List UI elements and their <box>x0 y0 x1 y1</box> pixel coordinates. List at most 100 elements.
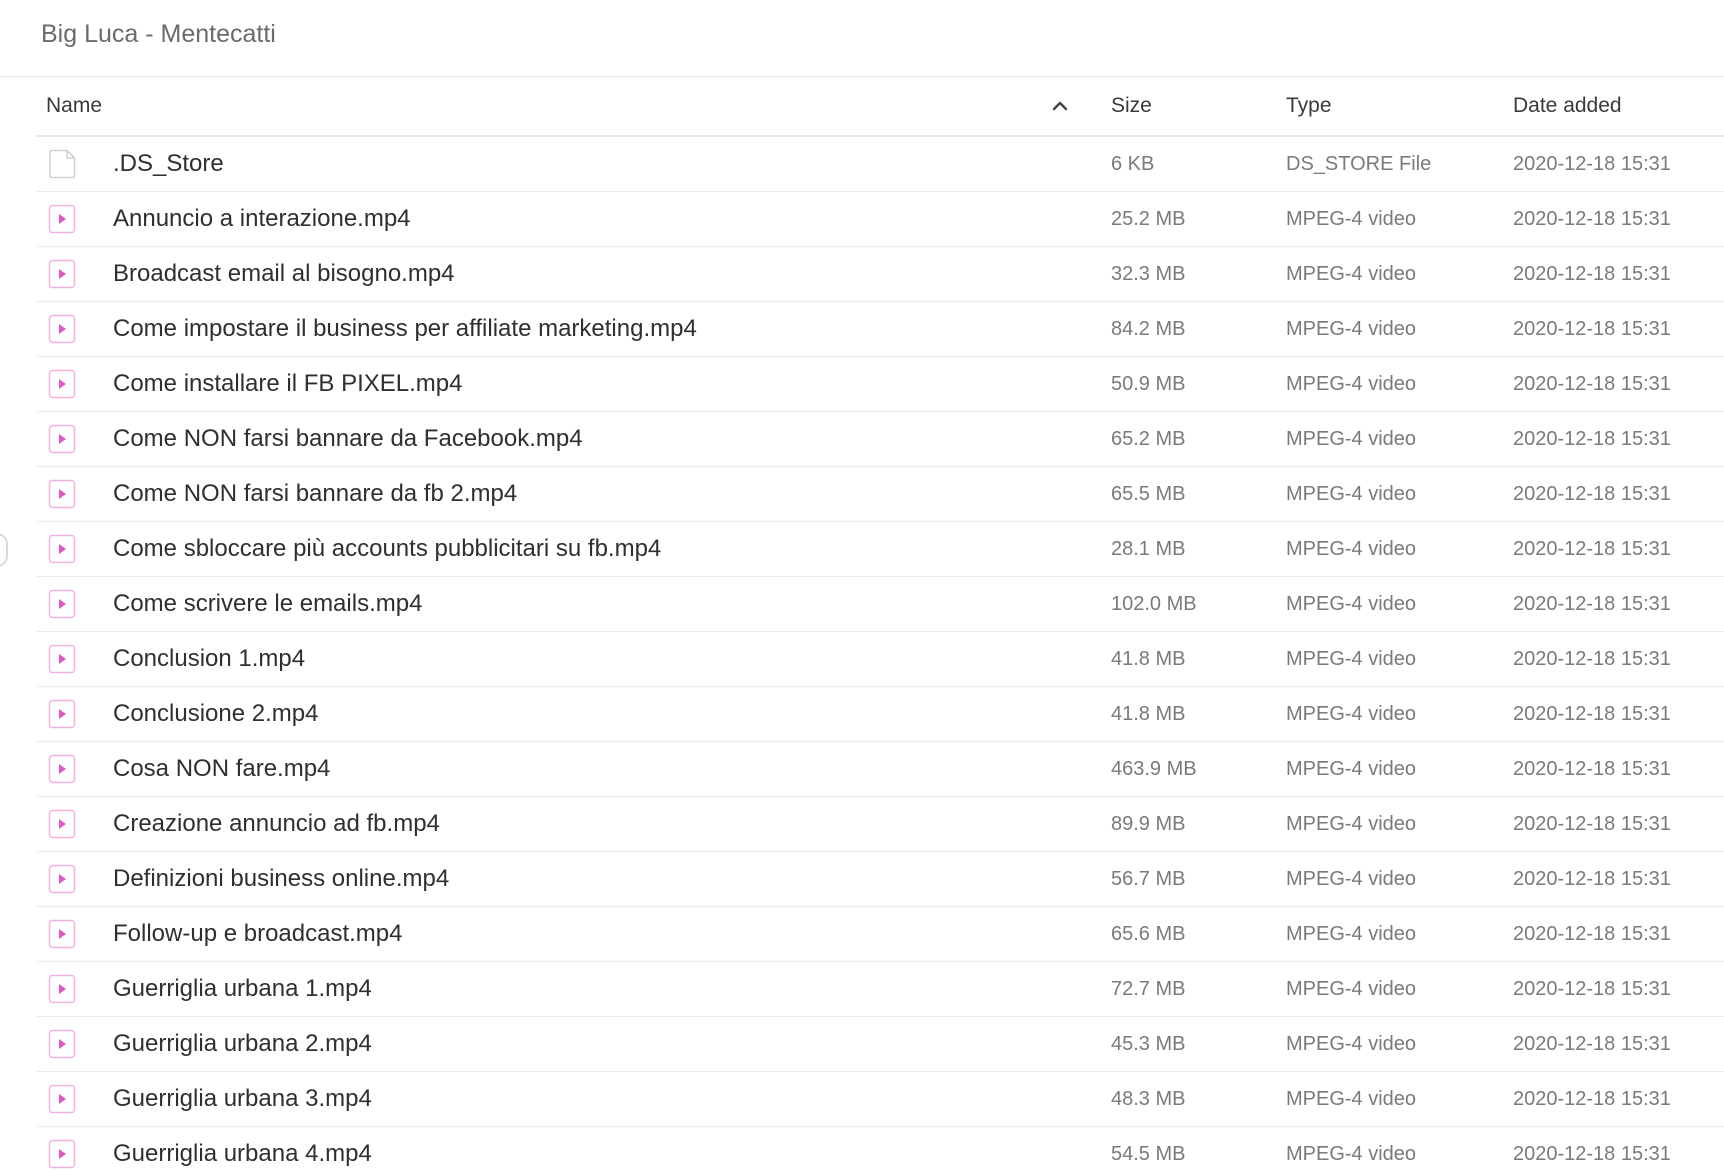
file-name: Come sbloccare più accounts pubblicitari… <box>113 535 662 562</box>
table-row[interactable]: Come installare il FB PIXEL.mp4 50.9 MB MP… <box>36 357 1724 412</box>
video-file-icon <box>48 1084 76 1114</box>
table-row[interactable]: Come sbloccare più accounts pubblicitari… <box>36 522 1724 577</box>
video-file-icon <box>48 864 76 894</box>
file-name: .DS_Store <box>113 150 224 177</box>
file-size: 102.0 MB <box>1111 593 1197 615</box>
file-type: MPEG-4 video <box>1286 373 1417 395</box>
breadcrumb[interactable]: Big Luca - Mentecatti <box>41 16 276 52</box>
video-file-icon <box>48 974 76 1004</box>
file-size: 50.9 MB <box>1111 373 1186 395</box>
table-row[interactable]: .DS_Store 6 KB DS_STORE File 2020-12-18 15:… <box>36 137 1724 192</box>
file-browser: Big Luca - Mentecatti Name Size Type Dat… <box>0 0 1724 1171</box>
file-date-added: 2020-12-18 15:31 <box>1513 1143 1671 1165</box>
file-type: MPEG-4 video <box>1286 428 1417 450</box>
file-type: MPEG-4 video <box>1286 1143 1417 1165</box>
file-date-added: 2020-12-18 15:31 <box>1513 208 1671 230</box>
table-row[interactable]: Guerriglia urbana 2.mp4 45.3 MB MPEG-4 vid… <box>36 1017 1724 1072</box>
file-name: Follow-up e broadcast.mp4 <box>113 920 403 947</box>
file-name: Come impostare il business per affiliate… <box>113 315 697 342</box>
file-size: 463.9 MB <box>1111 758 1197 780</box>
file-date-added: 2020-12-18 15:31 <box>1513 758 1671 780</box>
table-row[interactable]: Guerriglia urbana 1.mp4 72.7 MB MPEG-4 vid… <box>36 962 1724 1017</box>
file-size: 25.2 MB <box>1111 208 1186 230</box>
generic-file-icon <box>49 149 76 179</box>
file-date-added: 2020-12-18 15:31 <box>1513 318 1671 340</box>
video-file-icon <box>48 919 76 949</box>
file-name: Guerriglia urbana 4.mp4 <box>113 1140 372 1167</box>
chevron-up-icon[interactable] <box>1051 97 1069 115</box>
file-size: 48.3 MB <box>1111 1088 1186 1110</box>
file-type: MPEG-4 video <box>1286 758 1417 780</box>
table-row[interactable]: Conclusione 2.mp4 41.8 MB MPEG-4 video 2020… <box>36 687 1724 742</box>
file-size: 54.5 MB <box>1111 1143 1186 1165</box>
file-type: DS_STORE File <box>1286 153 1432 175</box>
file-size: 72.7 MB <box>1111 978 1186 1000</box>
file-date-added: 2020-12-18 15:31 <box>1513 1088 1671 1110</box>
file-type: MPEG-4 video <box>1286 538 1417 560</box>
video-file-icon <box>48 699 76 729</box>
video-file-icon <box>48 589 76 619</box>
column-header-size[interactable]: Size <box>1111 77 1152 135</box>
file-name: Conclusion 1.mp4 <box>113 645 306 672</box>
file-size: 84.2 MB <box>1111 318 1186 340</box>
file-date-added: 2020-12-18 15:31 <box>1513 593 1671 615</box>
file-name: Come installare il FB PIXEL.mp4 <box>113 370 463 397</box>
table-row[interactable]: Come scrivere le emails.mp4 102.0 MB MPEG-… <box>36 577 1724 632</box>
file-type: MPEG-4 video <box>1286 483 1417 505</box>
file-size: 32.3 MB <box>1111 263 1186 285</box>
table-header: Name Size Type Date added <box>36 77 1724 137</box>
file-name: Guerriglia urbana 2.mp4 <box>113 1030 372 1057</box>
file-size: 45.3 MB <box>1111 1033 1186 1055</box>
file-type: MPEG-4 video <box>1286 703 1417 725</box>
file-name: Definizioni business online.mp4 <box>113 865 450 892</box>
file-type: MPEG-4 video <box>1286 813 1417 835</box>
file-type: MPEG-4 video <box>1286 868 1417 890</box>
column-header-name[interactable]: Name <box>46 77 102 135</box>
video-file-icon <box>48 259 76 289</box>
video-file-icon <box>48 534 76 564</box>
file-size: 41.8 MB <box>1111 648 1186 670</box>
file-date-added: 2020-12-18 15:31 <box>1513 1033 1671 1055</box>
file-name: Guerriglia urbana 1.mp4 <box>113 975 372 1002</box>
table-row[interactable]: Broadcast email al bisogno.mp4 32.3 MB MPE… <box>36 247 1724 302</box>
file-type: MPEG-4 video <box>1286 648 1417 670</box>
file-size: 6 KB <box>1111 153 1155 175</box>
table-row[interactable]: Follow-up e broadcast.mp4 65.6 MB MPEG-4 v… <box>36 907 1724 962</box>
table-row[interactable]: Definizioni business online.mp4 56.7 MB MP… <box>36 852 1724 907</box>
table-row[interactable]: Come NON farsi bannare da Facebook.mp4 65… <box>36 412 1724 467</box>
video-file-icon <box>48 314 76 344</box>
file-date-added: 2020-12-18 15:31 <box>1513 373 1671 395</box>
table-row[interactable]: Guerriglia urbana 3.mp4 48.3 MB MPEG-4 vid… <box>36 1072 1724 1127</box>
file-type: MPEG-4 video <box>1286 263 1417 285</box>
column-header-type[interactable]: Type <box>1286 77 1332 135</box>
file-date-added: 2020-12-18 15:31 <box>1513 428 1671 450</box>
table-row[interactable]: Guerriglia urbana 4.mp4 54.5 MB MPEG-4 vid… <box>36 1127 1724 1171</box>
file-type: MPEG-4 video <box>1286 978 1417 1000</box>
file-list: .DS_Store 6 KB DS_STORE File 2020-12-18 15:… <box>36 137 1724 1171</box>
video-file-icon <box>48 754 76 784</box>
file-name: Come scrivere le emails.mp4 <box>113 590 423 617</box>
table-row[interactable]: Annuncio a interazione.mp4 25.2 MB MPEG-4 … <box>36 192 1724 247</box>
video-file-icon <box>48 204 76 234</box>
table-row[interactable]: Creazione annuncio ad fb.mp4 89.9 MB MPEG-… <box>36 797 1724 852</box>
file-type: MPEG-4 video <box>1286 593 1417 615</box>
file-name: Annuncio a interazione.mp4 <box>113 205 411 232</box>
file-size: 89.9 MB <box>1111 813 1186 835</box>
file-size: 56.7 MB <box>1111 868 1186 890</box>
table-row[interactable]: Come NON farsi bannare da fb 2.mp4 65.5 M… <box>36 467 1724 522</box>
table-row[interactable]: Come impostare il business per affiliate… <box>36 302 1724 357</box>
file-date-added: 2020-12-18 15:31 <box>1513 978 1671 1000</box>
file-type: MPEG-4 video <box>1286 923 1417 945</box>
file-name: Cosa NON fare.mp4 <box>113 755 331 782</box>
table-row[interactable]: Cosa NON fare.mp4 463.9 MB MPEG-4 video 202… <box>36 742 1724 797</box>
file-type: MPEG-4 video <box>1286 1088 1417 1110</box>
table-row[interactable]: Conclusion 1.mp4 41.8 MB MPEG-4 video 2020-… <box>36 632 1724 687</box>
column-header-date-added[interactable]: Date added <box>1513 77 1622 135</box>
file-name: Creazione annuncio ad fb.mp4 <box>113 810 440 837</box>
file-date-added: 2020-12-18 15:31 <box>1513 648 1671 670</box>
video-file-icon <box>48 644 76 674</box>
file-size: 65.6 MB <box>1111 923 1186 945</box>
video-file-icon <box>48 369 76 399</box>
file-date-added: 2020-12-18 15:31 <box>1513 538 1671 560</box>
collapse-sidebar-handle[interactable] <box>0 533 8 567</box>
